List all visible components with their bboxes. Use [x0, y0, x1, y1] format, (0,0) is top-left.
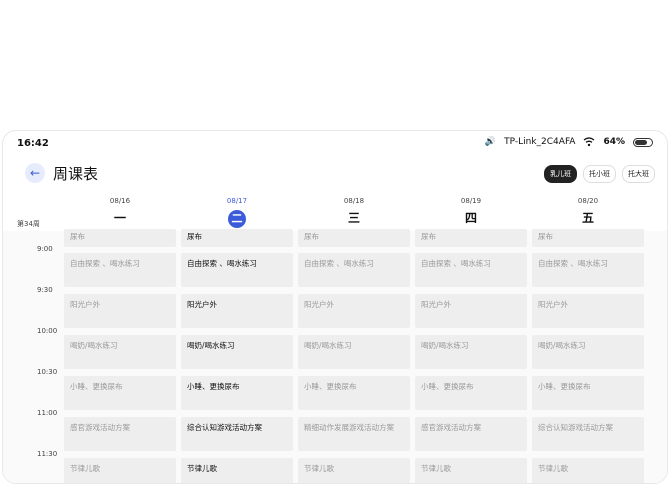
schedule-cell[interactable]: 自由探索 、喝水练习	[532, 253, 644, 287]
schedule-cell[interactable]: 节律儿歌	[181, 458, 293, 483]
schedule-cell[interactable]: 自由探索 、喝水练习	[64, 253, 176, 287]
schedule-cell[interactable]: 喝奶/喝水练习	[181, 335, 293, 369]
day-column-header[interactable]: 08/16 一	[62, 197, 178, 227]
time-label: 9:00	[37, 245, 53, 253]
time-label: 9:30	[37, 286, 53, 294]
schedule-cell[interactable]: 尿布	[532, 229, 644, 247]
schedule-cell[interactable]: 节律儿歌	[64, 458, 176, 483]
time-label: 10:30	[37, 368, 58, 376]
day-date: 08/19	[460, 197, 482, 205]
back-arrow-icon[interactable]: ←	[25, 163, 45, 183]
schedule-cell[interactable]: 节律儿歌	[532, 458, 644, 483]
schedule-cell[interactable]: 阳光户外	[415, 294, 527, 328]
day-date: 08/16	[109, 197, 131, 205]
schedule-cell[interactable]: 小睡、更换尿布	[415, 376, 527, 410]
class-tab-2[interactable]: 托大班	[622, 165, 655, 183]
tablet-screen: 16:42 🔊 TP-Link_2C4AFA 64% ← 周课表 乳儿班 托小班托…	[2, 130, 668, 484]
schedule-cell[interactable]: 感官游戏活动方案	[415, 417, 527, 451]
class-tab-0[interactable]: 乳儿班	[544, 165, 577, 183]
wifi-icon	[584, 137, 595, 147]
schedule-cell[interactable]: 综合认知游戏活动方案	[532, 417, 644, 451]
time-label: 11:30	[37, 450, 58, 458]
class-tab-1[interactable]: 托小班	[583, 165, 616, 183]
day-weekday: 三	[347, 211, 360, 225]
day-column-header[interactable]: 08/17 二	[179, 197, 295, 228]
schedule-cell[interactable]: 尿布	[415, 229, 527, 247]
schedule-cell[interactable]: 阳光户外	[298, 294, 410, 328]
time-label: 10:00	[37, 327, 58, 335]
schedule-cell[interactable]: 综合认知游戏活动方案	[181, 417, 293, 451]
schedule-cell[interactable]: 节律儿歌	[415, 458, 527, 483]
clock: 16:42	[17, 138, 49, 149]
status-icons: 🔊 TP-Link_2C4AFA 64%	[485, 137, 653, 147]
schedule-cell[interactable]: 自由探索 、喝水练习	[181, 253, 293, 287]
battery-percent: 64%	[603, 137, 625, 147]
schedule-cell[interactable]: 自由探索 、喝水练习	[415, 253, 527, 287]
status-bar: 16:42 🔊 TP-Link_2C4AFA 64%	[3, 131, 667, 157]
schedule-cell[interactable]: 尿布	[64, 229, 176, 247]
schedule-cell[interactable]: 精细动作发展游戏活动方案	[298, 417, 410, 451]
schedule-cell[interactable]: 喝奶/喝水练习	[298, 335, 410, 369]
schedule-cell[interactable]: 感官游戏活动方案	[64, 417, 176, 451]
day-weekday: 五	[581, 211, 594, 225]
day-header: 第34周 08/16 一 08/17 二 08/18 三 08/19 四 08/20 五	[3, 197, 667, 231]
schedule-cell[interactable]: 小睡、更换尿布	[64, 376, 176, 410]
day-weekday: 一	[113, 211, 126, 225]
schedule-cell[interactable]: 喝奶/喝水练习	[415, 335, 527, 369]
page-header: ← 周课表 乳儿班 托小班 托大班	[3, 159, 667, 189]
day-column-header[interactable]: 08/19 四	[413, 197, 529, 227]
schedule-cell[interactable]: 喝奶/喝水练习	[532, 335, 644, 369]
schedule-cell[interactable]: 阳光户外	[64, 294, 176, 328]
schedule-cell[interactable]: 阳光户外	[181, 294, 293, 328]
week-label: 第34周	[17, 220, 40, 228]
day-column-header[interactable]: 08/18 三	[296, 197, 412, 227]
day-weekday: 二	[179, 209, 295, 228]
day-weekday: 四	[464, 211, 477, 225]
day-column-header[interactable]: 08/20 五	[530, 197, 646, 227]
vibrate-icon: 🔊	[484, 137, 497, 147]
schedule-cell[interactable]: 小睡、更换尿布	[181, 376, 293, 410]
schedule-cell[interactable]: 阳光户外	[532, 294, 644, 328]
page-title: 周课表	[53, 165, 99, 183]
day-date: 08/20	[577, 197, 599, 205]
schedule-cell[interactable]: 节律儿歌	[298, 458, 410, 483]
wifi-name: TP-Link_2C4AFA	[504, 137, 576, 147]
schedule-cell[interactable]: 尿布	[181, 229, 293, 247]
class-switcher: 乳儿班 托小班 托大班	[544, 165, 655, 183]
battery-icon	[633, 137, 653, 147]
schedule-cell[interactable]: 尿布	[298, 229, 410, 247]
time-label: 11:00	[37, 409, 58, 417]
schedule-cell[interactable]: 小睡、更换尿布	[532, 376, 644, 410]
schedule-cell[interactable]: 喝奶/喝水练习	[64, 335, 176, 369]
timetable-grid: 9:00 9:30 10:00 10:30 11:00 11:30 尿布 尿布 尿布 尿布 尿布 自由…	[3, 229, 667, 483]
schedule-cell[interactable]: 自由探索 、喝水练习	[298, 253, 410, 287]
day-date: 08/18	[343, 197, 365, 205]
schedule-cell[interactable]: 小睡、更换尿布	[298, 376, 410, 410]
day-date: 08/17	[226, 197, 248, 205]
